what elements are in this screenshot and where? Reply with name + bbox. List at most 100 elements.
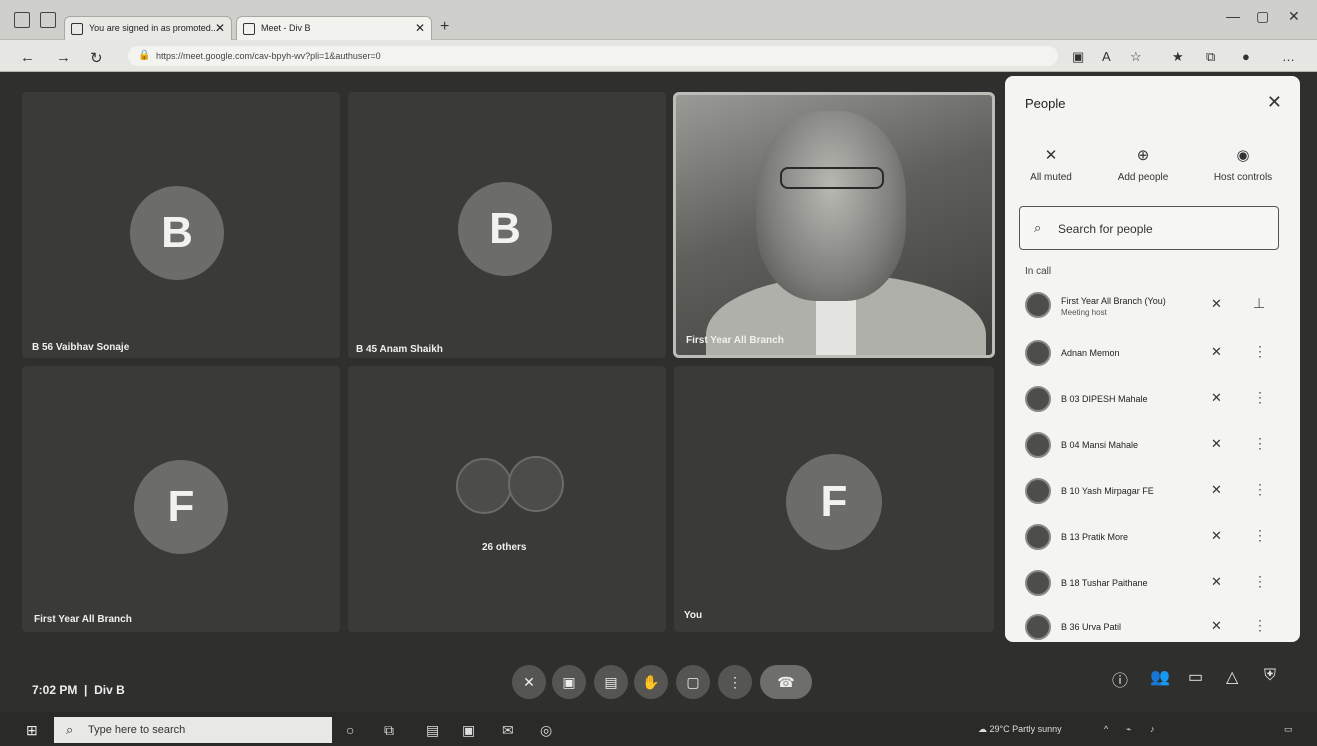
participant-tile[interactable]: B B 45 Anam Shaikh xyxy=(348,92,666,358)
camera-off-icon[interactable]: ▣ xyxy=(552,665,586,699)
search-placeholder: Search for people xyxy=(1058,222,1153,236)
meeting-code: Div B xyxy=(94,683,125,697)
mic-off-icon[interactable]: ✕ xyxy=(1211,296,1222,312)
back-icon[interactable]: ← xyxy=(20,49,35,66)
video-person-glasses xyxy=(780,167,884,189)
participant-name: First Year All Branch (You) xyxy=(1061,296,1166,306)
network-icon[interactable]: ⌁ xyxy=(1126,724,1131,735)
activities-icon[interactable]: △ xyxy=(1226,667,1238,687)
close-window-icon[interactable]: ✕ xyxy=(1288,8,1300,25)
more-options-icon[interactable]: ⋮ xyxy=(1253,389,1267,406)
mic-off-icon[interactable]: ✕ xyxy=(1211,436,1222,452)
more-options-icon[interactable]: ⋮ xyxy=(1253,481,1267,498)
mic-off-icon[interactable]: ✕ xyxy=(1211,528,1222,544)
tray-chevron-icon[interactable]: ^ xyxy=(1104,724,1108,734)
close-icon[interactable]: ✕ xyxy=(1267,92,1282,113)
tab-meet[interactable]: Meet - Div B ✕ xyxy=(236,16,432,40)
minimize-icon[interactable]: — xyxy=(1226,8,1240,24)
mail-icon[interactable]: ✉ xyxy=(502,722,514,739)
participant-row[interactable]: Adnan Memon ✕ ⋮ xyxy=(1005,332,1300,376)
participant-row[interactable]: B 13 Pratik More ✕ ⋮ xyxy=(1005,516,1300,560)
participant-name: You xyxy=(684,610,703,621)
action-label: Host controls xyxy=(1213,172,1273,183)
search-input[interactable]: ⌕ Search for people xyxy=(1019,206,1279,250)
video-person-face xyxy=(756,111,906,301)
address-bar[interactable]: 🔒 https://meet.google.com/cav-bpyh-wv?pl… xyxy=(128,46,1058,66)
participant-name: B 45 Anam Shaikh xyxy=(356,344,443,355)
pin-icon[interactable]: ⊥ xyxy=(1253,295,1265,312)
mic-off-icon[interactable]: ✕ xyxy=(1211,574,1222,590)
taskbar-search-input[interactable]: ⌕ Type here to search xyxy=(54,717,332,743)
meeting-details-icon[interactable]: ⓘ xyxy=(1112,667,1128,691)
people-icon[interactable]: 👥 xyxy=(1150,667,1170,687)
participant-row[interactable]: B 18 Tushar Paithane ✕ ⋮ xyxy=(1005,562,1300,606)
more-options-icon[interactable]: ⋮ xyxy=(1253,573,1267,590)
close-tab-icon[interactable]: ✕ xyxy=(215,21,225,35)
participant-row[interactable]: First Year All Branch (You) Meeting host… xyxy=(1005,284,1300,328)
lock-icon[interactable]: 🔒 xyxy=(138,50,150,61)
page-favicon-icon xyxy=(71,23,83,35)
weather-widget[interactable]: ☁ 29°C Partly sunny xyxy=(978,724,1062,735)
more-options-icon[interactable]: ⋮ xyxy=(1253,435,1267,452)
store-icon[interactable]: ▣ xyxy=(462,722,475,739)
participant-row[interactable]: B 03 DIPESH Mahale ✕ ⋮ xyxy=(1005,378,1300,422)
host-controls-icon[interactable]: ⛨ xyxy=(1264,667,1276,685)
participant-name: B 18 Tushar Paithane xyxy=(1061,578,1148,588)
cortana-icon[interactable]: ○ xyxy=(346,722,354,738)
maximize-icon[interactable]: ▢ xyxy=(1256,8,1269,25)
favorites-icon[interactable]: ★ xyxy=(1172,49,1184,65)
more-options-icon[interactable]: ⋮ xyxy=(1253,617,1267,634)
participant-row[interactable]: B 10 Yash Mirpagar FE ✕ ⋮ xyxy=(1005,470,1300,514)
host-controls-button[interactable]: ◉ Host controls xyxy=(1201,146,1285,183)
volume-icon[interactable]: ♪ xyxy=(1150,724,1155,734)
participant-row[interactable]: B 36 Urva Patil ✕ ⋮ xyxy=(1005,606,1300,642)
tab-signed-in[interactable]: You are signed in as promoted... ✕ xyxy=(64,16,232,40)
notifications-icon[interactable]: ▭ xyxy=(1284,724,1293,735)
forward-icon[interactable]: → xyxy=(56,49,71,66)
refresh-icon[interactable]: ↻ xyxy=(90,49,103,67)
self-tile[interactable]: F You xyxy=(674,366,994,632)
present-screen-icon[interactable]: ▢ xyxy=(676,665,710,699)
close-tab-icon[interactable]: ✕ xyxy=(415,21,425,35)
people-panel: People ✕ ✕ All muted ⊕ Add people ◉ Host… xyxy=(1005,76,1300,642)
file-explorer-icon[interactable]: ▤ xyxy=(426,722,439,739)
url-text: https://meet.google.com/cav-bpyh-wv?pli=… xyxy=(156,51,381,61)
read-aloud-icon[interactable]: A xyxy=(1102,49,1111,64)
search-icon: ⌕ xyxy=(66,722,74,737)
more-options-icon[interactable]: ⋮ xyxy=(1253,343,1267,360)
all-muted-button[interactable]: ✕ All muted xyxy=(1009,146,1093,183)
new-tab-icon[interactable]: + xyxy=(440,18,449,36)
tab-actions-icon[interactable] xyxy=(40,12,56,28)
raise-hand-icon[interactable]: ✋ xyxy=(634,665,668,699)
chat-icon[interactable]: ▭ xyxy=(1188,667,1203,687)
leave-call-icon[interactable]: ☎ xyxy=(760,665,812,699)
profile-icon[interactable]: ● xyxy=(1242,49,1250,64)
tab-label: You are signed in as promoted... xyxy=(89,23,219,33)
windows-start-icon[interactable]: ⊞ xyxy=(26,722,38,739)
mic-off-icon[interactable]: ✕ xyxy=(1211,482,1222,498)
add-favorite-icon[interactable]: ☆ xyxy=(1130,49,1142,65)
others-tile[interactable]: 26 others xyxy=(348,366,666,632)
more-options-icon[interactable]: ⋮ xyxy=(718,665,752,699)
avatar xyxy=(508,456,564,512)
task-view-icon[interactable]: ⧉ xyxy=(384,722,394,739)
edge-browser-icon[interactable]: ◎ xyxy=(540,722,552,739)
add-people-button[interactable]: ⊕ Add people xyxy=(1101,146,1185,183)
camera-permission-icon[interactable]: ▣ xyxy=(1072,49,1084,65)
avatar xyxy=(456,458,512,514)
mic-off-icon[interactable]: ✕ xyxy=(1211,344,1222,360)
participant-tile[interactable]: B B 56 Vaibhav Sonaje xyxy=(22,92,340,358)
more-icon[interactable]: … xyxy=(1282,49,1295,64)
avatar xyxy=(1025,340,1051,366)
mic-off-icon[interactable]: ✕ xyxy=(512,665,546,699)
more-options-icon[interactable]: ⋮ xyxy=(1253,527,1267,544)
mic-off-icon[interactable]: ✕ xyxy=(1211,618,1222,634)
participant-row[interactable]: B 04 Mansi Mahale ✕ ⋮ xyxy=(1005,424,1300,468)
participant-video-tile[interactable]: First Year All Branch xyxy=(673,92,995,358)
mic-off-icon[interactable]: ✕ xyxy=(1211,390,1222,406)
participant-name: B 13 Pratik More xyxy=(1061,532,1129,542)
collections-icon[interactable]: ⧉ xyxy=(1206,49,1215,65)
workspaces-icon[interactable] xyxy=(14,12,30,28)
participant-tile[interactable]: F First Year All Branch xyxy=(22,366,340,632)
captions-icon[interactable]: ▤ xyxy=(594,665,628,699)
